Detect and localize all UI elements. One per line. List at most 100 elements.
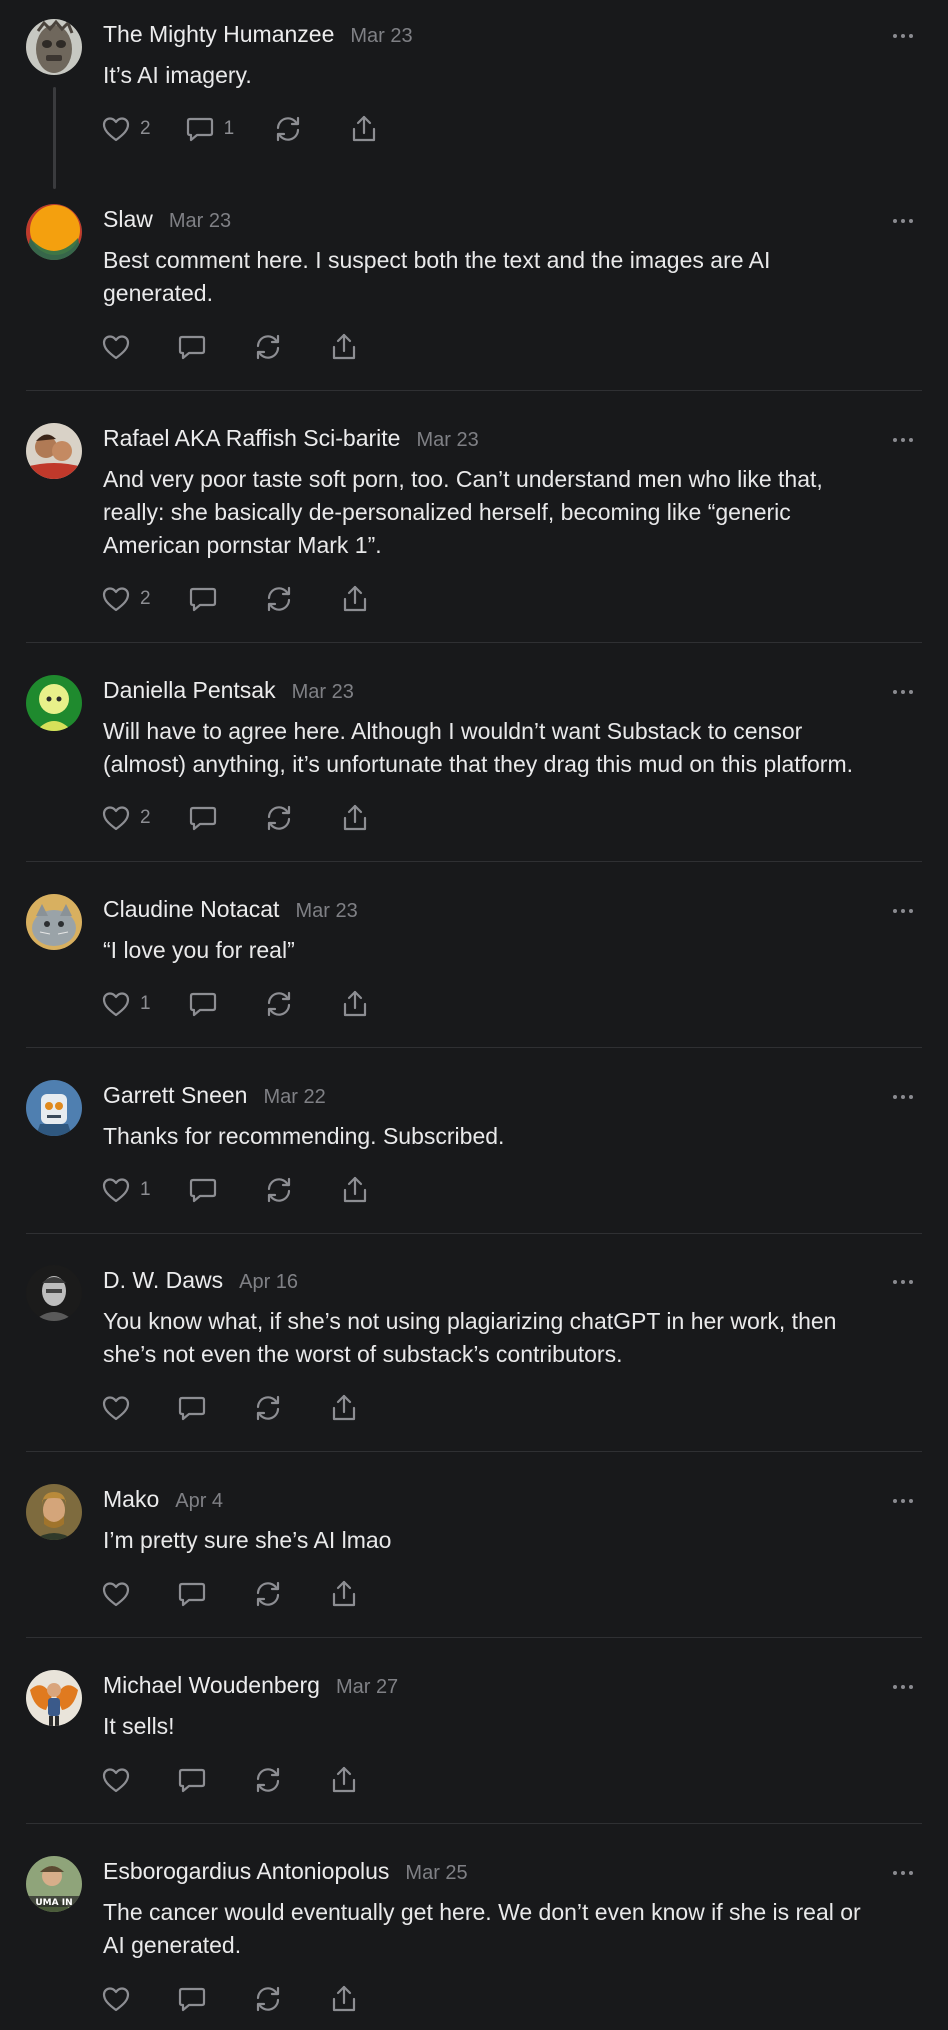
comment-date[interactable]: Apr 4: [175, 1490, 223, 1513]
more-dots-icon[interactable]: [888, 433, 918, 447]
avatar[interactable]: [26, 204, 82, 260]
like-button[interactable]: 1: [100, 1174, 151, 1206]
comment-date[interactable]: Mar 22: [263, 1086, 325, 1109]
share-button[interactable]: [339, 988, 371, 1020]
restack-button[interactable]: [263, 583, 295, 615]
reply-button[interactable]: 1: [184, 113, 234, 145]
more-dots-icon[interactable]: [888, 904, 918, 918]
author-name[interactable]: The Mighty Humanzee: [103, 21, 334, 48]
speech-bubble-icon: [178, 1582, 206, 1607]
comment: Rafael AKA Raffish Sci-barite Mar 23 And…: [0, 423, 948, 642]
avatar[interactable]: [26, 894, 82, 950]
like-button[interactable]: [100, 1983, 132, 2015]
author-name[interactable]: Michael Woudenberg: [103, 1672, 320, 1699]
reply-button[interactable]: [176, 1392, 208, 1424]
avatar[interactable]: [26, 19, 82, 75]
share-button[interactable]: [339, 583, 371, 615]
comment-text: I’m pretty sure she’s AI lmao: [103, 1524, 918, 1557]
more-dots-icon[interactable]: [888, 1866, 918, 1880]
comment-date[interactable]: Mar 23: [416, 429, 478, 452]
speech-bubble-icon: [186, 117, 213, 142]
like-button[interactable]: 2: [100, 583, 151, 615]
restack-icon: [256, 1581, 280, 1607]
like-button[interactable]: [100, 1392, 132, 1424]
restack-button[interactable]: [252, 1764, 284, 1796]
comment-date[interactable]: Mar 23: [292, 681, 354, 704]
like-button[interactable]: [100, 1764, 132, 1796]
comment-date[interactable]: Mar 23: [169, 210, 231, 233]
restack-button[interactable]: [252, 331, 284, 363]
more-dots-icon[interactable]: [888, 1275, 918, 1289]
avatar[interactable]: [26, 1484, 82, 1540]
more-dots-icon[interactable]: [888, 685, 918, 699]
avatar[interactable]: [26, 675, 82, 731]
comment-header: Slaw Mar 23: [103, 206, 231, 240]
avatar[interactable]: [26, 1670, 82, 1726]
heart-icon: [102, 1178, 130, 1203]
reply-button[interactable]: [187, 583, 219, 615]
comment-date[interactable]: Mar 23: [350, 25, 412, 48]
restack-button[interactable]: [272, 113, 304, 145]
reply-button[interactable]: [187, 802, 219, 834]
more-dots-icon[interactable]: [888, 214, 918, 228]
comment-text: It sells!: [103, 1710, 918, 1743]
avatar[interactable]: [26, 1080, 82, 1136]
share-button[interactable]: [339, 802, 371, 834]
share-icon: [332, 1766, 356, 1793]
divider: [26, 1451, 922, 1452]
share-icon: [332, 1580, 356, 1607]
share-button[interactable]: [328, 1578, 360, 1610]
comment-date[interactable]: Apr 16: [239, 1271, 298, 1294]
share-button[interactable]: [328, 1764, 360, 1796]
restack-button[interactable]: [252, 1392, 284, 1424]
share-button[interactable]: [348, 113, 380, 145]
comment-header: Rafael AKA Raffish Sci-barite Mar 23: [103, 425, 479, 459]
reply-button[interactable]: [176, 1764, 208, 1796]
like-button[interactable]: 2: [100, 113, 151, 145]
share-icon: [343, 804, 366, 831]
reply-button[interactable]: [187, 988, 219, 1020]
reply-button[interactable]: [187, 1174, 219, 1206]
more-dots-icon[interactable]: [888, 1090, 918, 1104]
reply-button[interactable]: [176, 331, 208, 363]
avatar[interactable]: [26, 423, 82, 479]
more-dots-icon[interactable]: [888, 1494, 918, 1508]
reply-button[interactable]: [176, 1983, 208, 2015]
restack-button[interactable]: [263, 988, 295, 1020]
reply-button[interactable]: [176, 1578, 208, 1610]
more-dots-icon[interactable]: [888, 1680, 918, 1694]
speech-bubble-icon: [178, 1396, 206, 1421]
restack-button[interactable]: [252, 1983, 284, 2015]
author-name[interactable]: Daniella Pentsak: [103, 677, 276, 704]
comment-date[interactable]: Mar 23: [295, 900, 357, 923]
author-name[interactable]: Mako: [103, 1486, 159, 1513]
author-name[interactable]: Garrett Sneen: [103, 1082, 247, 1109]
share-button[interactable]: [328, 1392, 360, 1424]
restack-button[interactable]: [263, 802, 295, 834]
avatar[interactable]: [26, 1265, 82, 1321]
comment-date[interactable]: Mar 27: [336, 1676, 398, 1699]
share-button[interactable]: [328, 1983, 360, 2015]
share-button[interactable]: [328, 331, 360, 363]
comment-header: Esborogardius Antoniopolus Mar 25: [103, 1858, 468, 1892]
author-name[interactable]: Slaw: [103, 206, 153, 233]
author-name[interactable]: Esborogardius Antoniopolus: [103, 1858, 389, 1885]
like-button[interactable]: [100, 331, 132, 363]
restack-button[interactable]: [263, 1174, 295, 1206]
like-button[interactable]: 1: [100, 988, 151, 1020]
author-name[interactable]: D. W. Daws: [103, 1267, 223, 1294]
comment: Michael Woudenberg Mar 27 It sells!: [0, 1670, 948, 1823]
comment-date[interactable]: Mar 25: [405, 1862, 467, 1885]
more-dots-icon[interactable]: [888, 29, 918, 43]
author-name[interactable]: Claudine Notacat: [103, 896, 279, 923]
restack-button[interactable]: [252, 1578, 284, 1610]
share-button[interactable]: [339, 1174, 371, 1206]
like-button[interactable]: [100, 1578, 132, 1610]
divider: [26, 1047, 922, 1048]
divider: [26, 1823, 922, 1824]
like-button[interactable]: 2: [100, 802, 151, 834]
avatar[interactable]: UMA IN: [26, 1856, 82, 1912]
restack-icon: [277, 116, 300, 142]
author-name[interactable]: Rafael AKA Raffish Sci-barite: [103, 425, 400, 452]
heart-icon: [102, 117, 130, 142]
